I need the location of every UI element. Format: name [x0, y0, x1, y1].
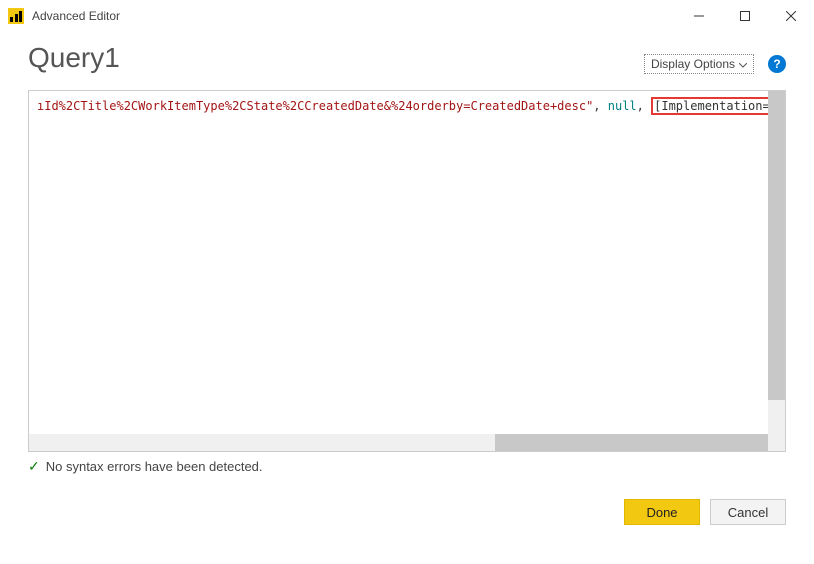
display-options-label: Display Options	[651, 57, 735, 71]
maximize-button[interactable]	[722, 0, 768, 32]
checkmark-icon: ✓	[28, 458, 40, 475]
header-right: Display Options ?	[644, 54, 786, 74]
close-button[interactable]	[768, 0, 814, 32]
vertical-scrollbar-thumb[interactable]	[768, 91, 785, 400]
window-title: Advanced Editor	[32, 9, 676, 23]
powerbi-icon	[8, 8, 24, 24]
display-options-dropdown[interactable]: Display Options	[644, 54, 754, 74]
status-message: No syntax errors have been detected.	[46, 459, 263, 474]
header: Query1 Display Options ?	[0, 32, 814, 82]
code-null: null	[608, 99, 637, 113]
scroll-corner	[768, 434, 785, 451]
vertical-scrollbar[interactable]	[768, 91, 785, 434]
query-title: Query1	[28, 42, 120, 74]
code-content[interactable]: ıId%2CTitle%2CWorkItemType%2CState%2CCre…	[29, 91, 785, 451]
horizontal-scrollbar-thumb[interactable]	[495, 434, 768, 451]
titlebar: Advanced Editor	[0, 0, 814, 32]
code-comma2: ,	[637, 99, 651, 113]
cancel-button[interactable]: Cancel	[710, 499, 786, 525]
horizontal-scrollbar[interactable]	[29, 434, 768, 451]
chevron-down-icon	[739, 57, 747, 71]
code-editor[interactable]: ıId%2CTitle%2CWorkItemType%2CState%2CCre…	[28, 90, 786, 452]
done-button[interactable]: Done	[624, 499, 700, 525]
code-comma: ,	[593, 99, 607, 113]
status-bar: ✓ No syntax errors have been detected.	[28, 458, 786, 475]
highlighted-implementation: [Implementation="2.0"])	[651, 97, 785, 115]
window-controls	[676, 0, 814, 32]
minimize-button[interactable]	[676, 0, 722, 32]
code-string-segment: ıId%2CTitle%2CWorkItemType%2CState%2CCre…	[37, 99, 593, 113]
footer: Done Cancel	[0, 475, 814, 525]
help-icon[interactable]: ?	[768, 55, 786, 73]
